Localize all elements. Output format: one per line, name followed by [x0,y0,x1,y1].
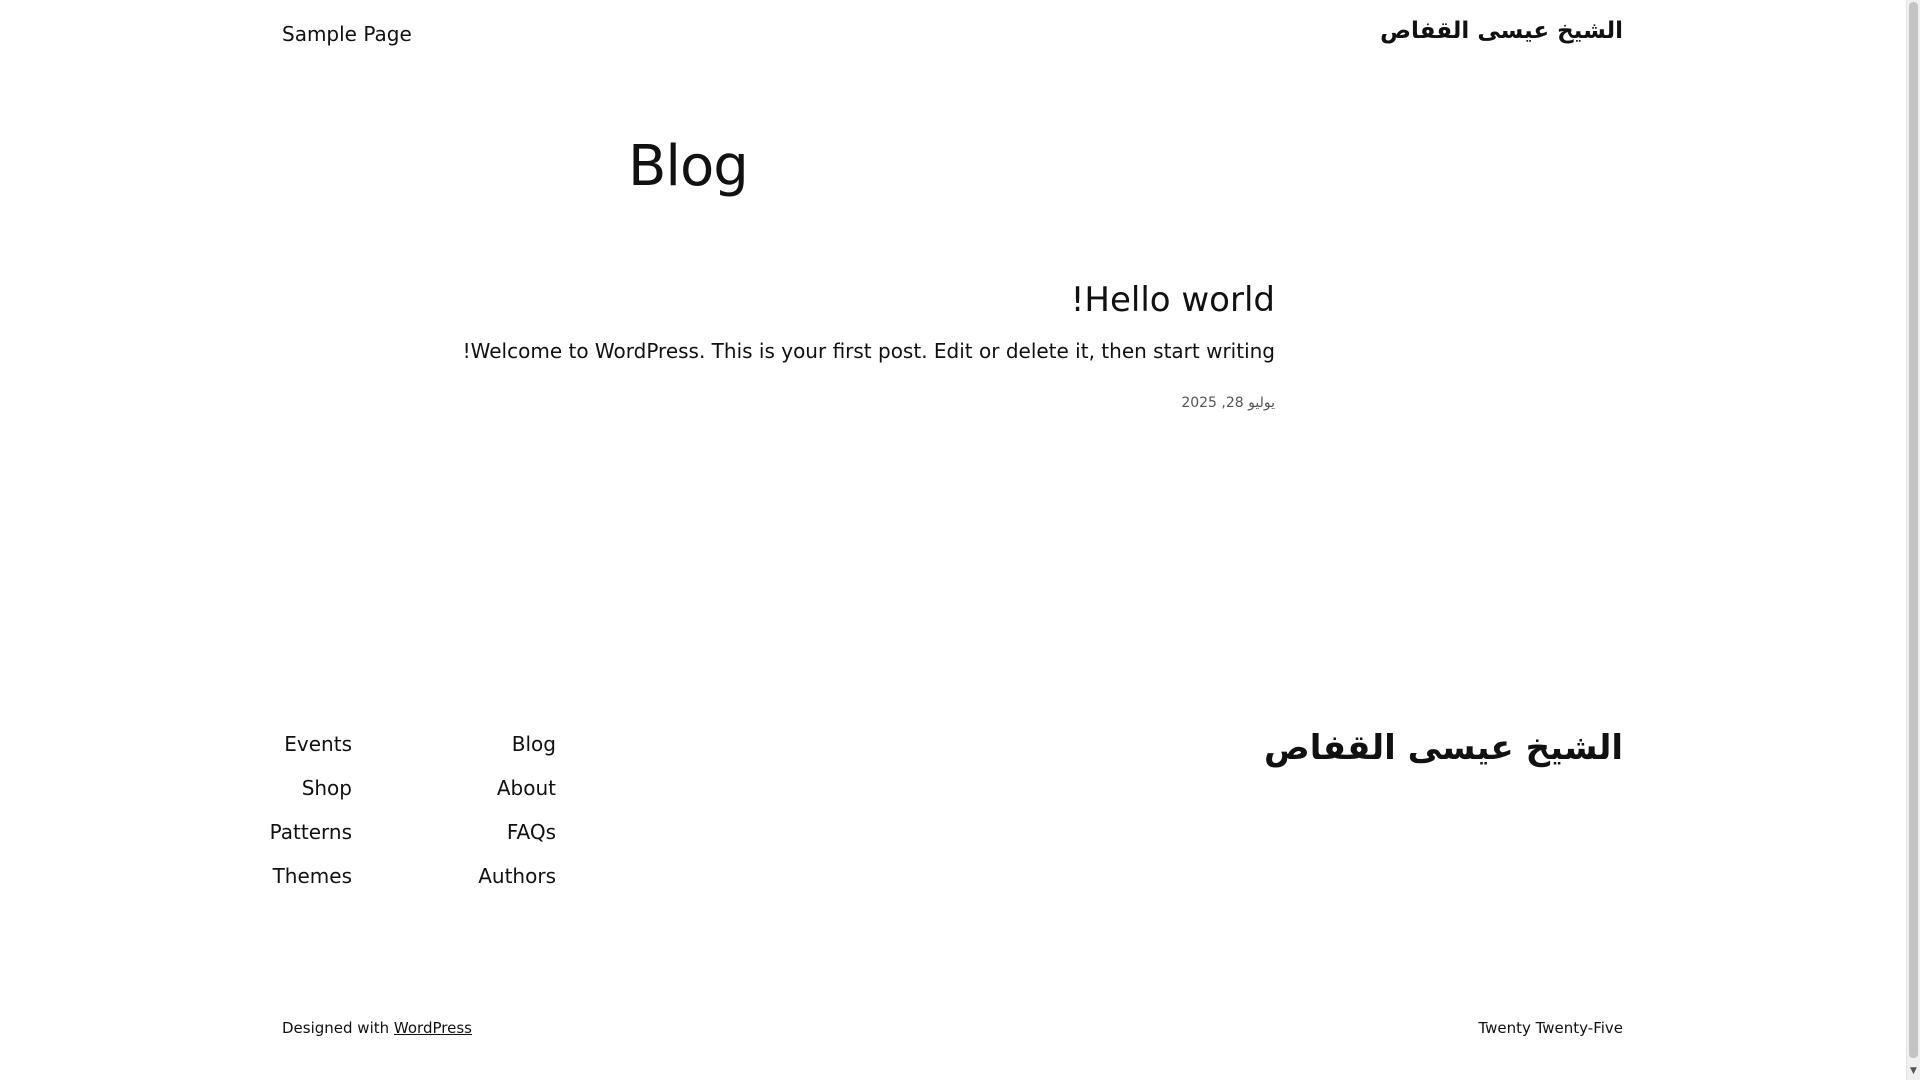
footer-credits: Designed with WordPress [282,1019,472,1037]
footer-link-patterns[interactable]: Patterns [212,820,352,844]
footer-link-events[interactable]: Events [212,732,352,756]
post-excerpt: Welcome to WordPress. This is your first… [462,339,1275,363]
footer-link-about[interactable]: About [416,776,556,800]
scroll-down-arrow-icon[interactable]: ▼ [1907,1065,1920,1077]
scrollbar-thumb[interactable] [1909,2,1918,1058]
footer-link-themes[interactable]: Themes [212,864,352,888]
credits-prefix: Designed with [282,1019,390,1037]
footer-link-blog[interactable]: Blog [416,732,556,756]
site-title-link[interactable]: الشيخ عيسى القفاص [1380,18,1623,44]
post-title-link[interactable]: Hello world! [1071,280,1275,320]
footer-link-shop[interactable]: Shop [212,776,352,800]
footer-link-authors[interactable]: Authors [416,864,556,888]
footer-link-faqs[interactable]: FAQs [416,820,556,844]
footer-nav-primary: Blog About FAQs Authors [416,732,556,908]
theme-name: Twenty Twenty-Five [1478,1019,1623,1037]
nav-link-sample-page[interactable]: Sample Page [282,22,412,46]
footer-nav-secondary: Events Shop Patterns Themes [212,732,352,908]
page-title: Blog [628,134,749,199]
vertical-scrollbar[interactable]: ▼ [1906,0,1920,1080]
wordpress-link[interactable]: WordPress [394,1019,472,1037]
post-date-link[interactable]: يوليو 28, 2025 [1181,395,1275,411]
footer-site-title-link[interactable]: الشيخ عيسى القفاص [1264,728,1623,768]
